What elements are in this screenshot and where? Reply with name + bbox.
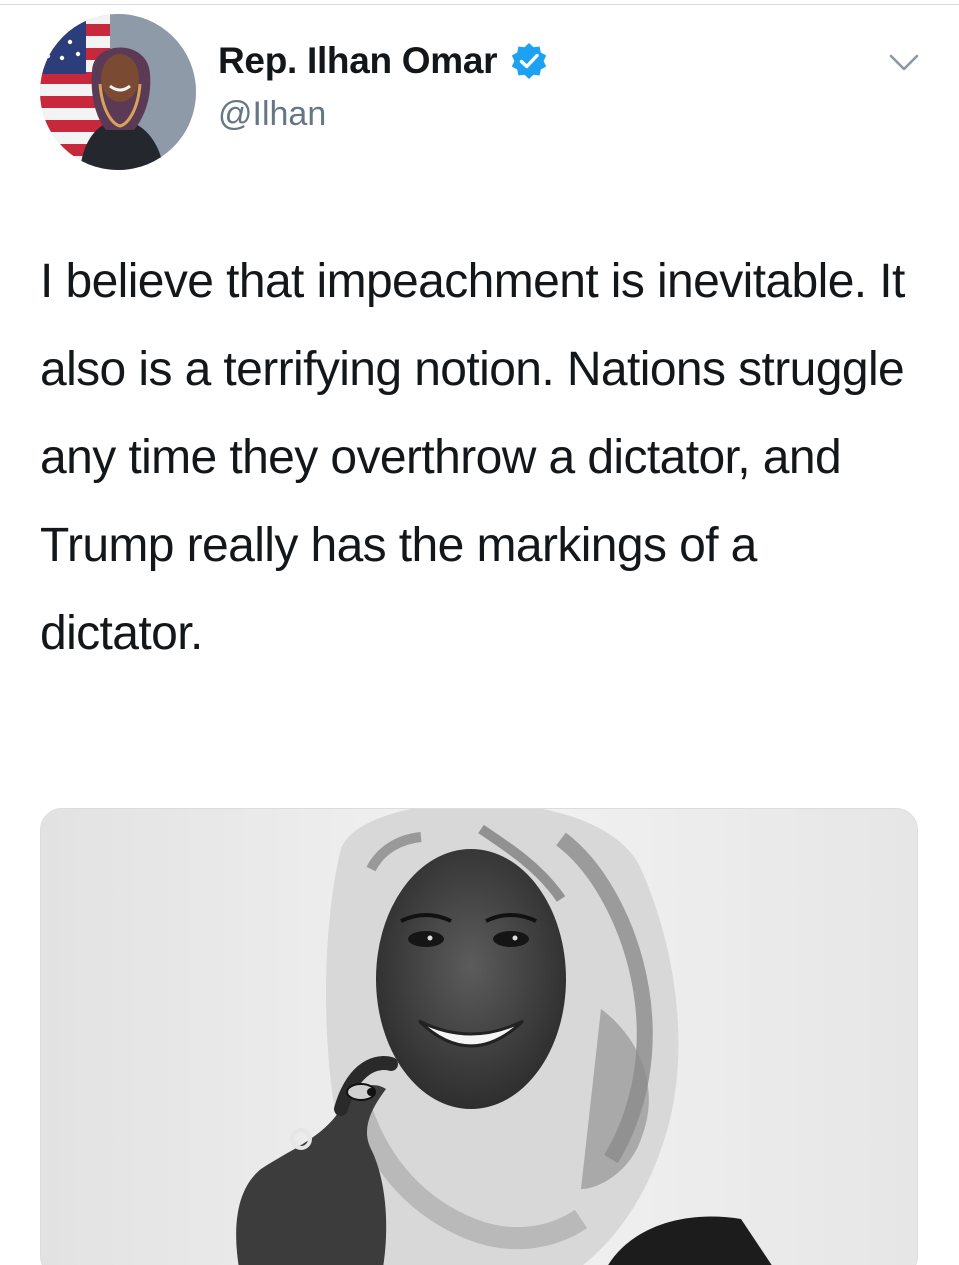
top-divider (0, 4, 959, 5)
author-display-name[interactable]: Rep. Ilhan Omar (218, 40, 498, 82)
author-name-row: Rep. Ilhan Omar (218, 38, 549, 84)
avatar-image (40, 14, 196, 170)
verified-badge-icon (509, 41, 549, 81)
tweet-media-photo[interactable] (40, 808, 918, 1265)
avatar[interactable] (40, 14, 196, 170)
tweet-photo-image (41, 809, 917, 1265)
chevron-down-icon[interactable] (887, 50, 921, 74)
author-handle[interactable]: @Ilhan (218, 95, 326, 134)
tweet-text: I believe that impeachment is inevitable… (40, 255, 905, 660)
